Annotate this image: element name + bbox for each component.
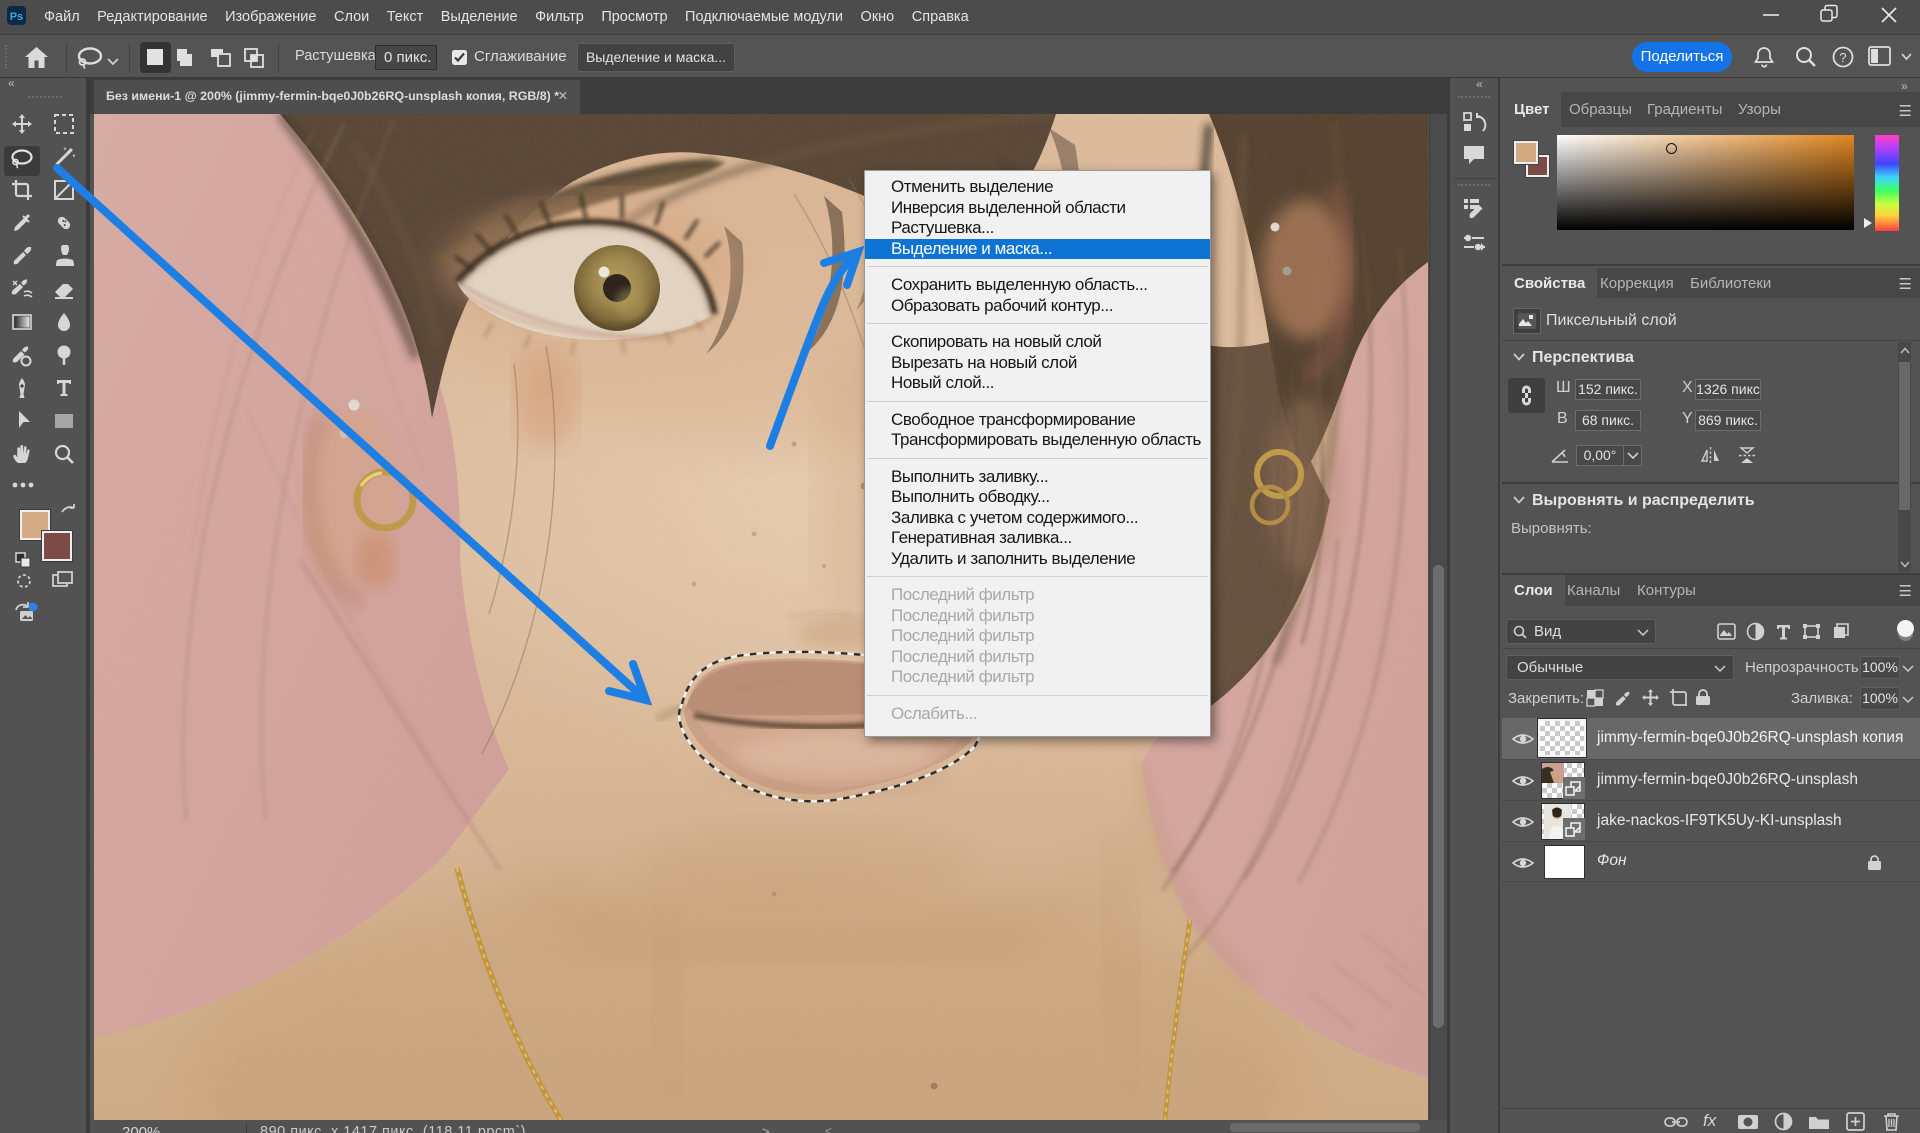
svg-text:Ps: Ps [10,11,23,23]
svg-text:?: ? [1839,50,1846,65]
